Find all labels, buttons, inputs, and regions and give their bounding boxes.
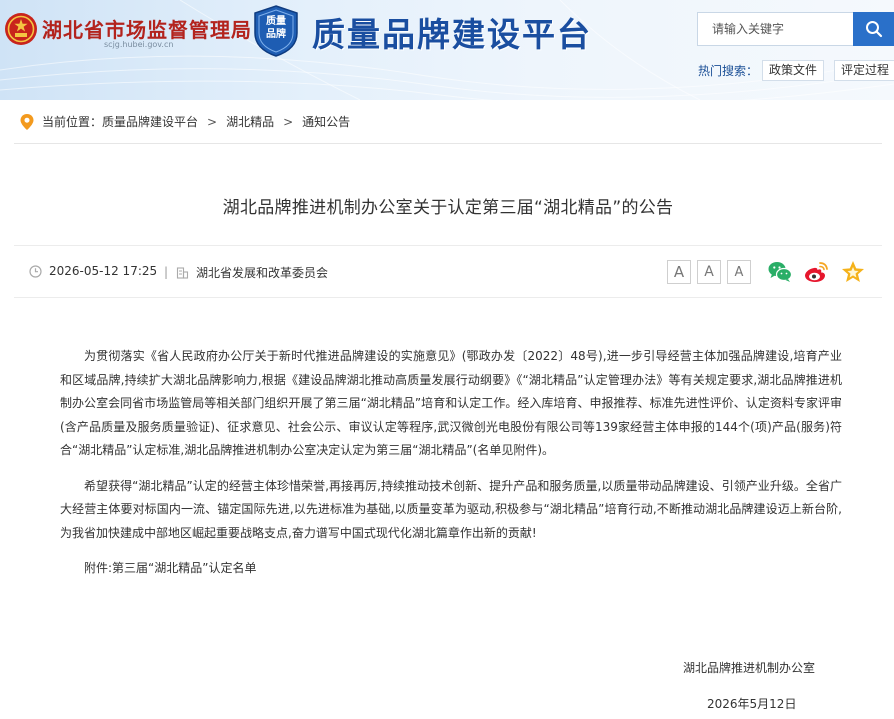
signature-date: 2026年5月12日	[707, 697, 797, 711]
breadcrumb: 当前位置： 质量品牌建设平台 > 湖北精品 > 通知公告	[14, 100, 882, 144]
search-box	[697, 12, 853, 46]
clock-icon	[29, 264, 42, 278]
site-header: 湖北省市场监督管理局 scjg.hubei.gov.cn 质量 品牌 质量品牌建…	[0, 0, 894, 100]
breadcrumb-item-hubei-premium[interactable]: 湖北精品	[226, 113, 274, 130]
agency-name[interactable]: 湖北省市场监督管理局	[42, 14, 252, 43]
agency-url: scjg.hubei.gov.cn	[104, 40, 174, 49]
meta-divider: |	[164, 265, 169, 279]
weibo-icon[interactable]	[803, 259, 829, 285]
breadcrumb-item-platform[interactable]: 质量品牌建设平台	[102, 113, 198, 130]
publish-time: 2026-05-12 17:25	[29, 264, 157, 278]
article-meta-bar: 2026-05-12 17:25 | 湖北省发展和改革委员会 A A A	[14, 245, 882, 298]
wechat-icon[interactable]	[767, 259, 793, 285]
source-building-icon	[176, 267, 189, 279]
badge-text: 质量 品牌	[266, 16, 286, 40]
breadcrumb-label: 当前位置：	[42, 115, 103, 129]
hot-tag-policy[interactable]: 政策文件	[762, 60, 825, 81]
font-size-small-button[interactable]: A	[727, 260, 751, 284]
breadcrumb-separator: >	[207, 114, 218, 129]
attachment-link[interactable]: 附件:第三届“湖北精品”认定名单	[60, 557, 842, 581]
favorite-star-icon[interactable]	[840, 259, 866, 285]
breadcrumb-separator: >	[283, 114, 294, 129]
signature-organization: 湖北品牌推进机制办公室	[683, 661, 816, 675]
article-body: 为贯彻落实《省人民政府办公厅关于新时代推进品牌建设的实施意见》(鄂政办发〔202…	[60, 345, 842, 581]
search-icon	[865, 21, 882, 38]
article-paragraph: 希望获得“湖北精品”认定的经营主体珍惜荣誉,再接再厉,持续推动技术创新、提升产品…	[60, 478, 842, 540]
location-pin-icon	[20, 113, 34, 130]
font-size-medium-button[interactable]: A	[697, 260, 721, 284]
hot-search-label: 热门搜索：	[698, 64, 759, 78]
search-button[interactable]	[853, 12, 894, 46]
national-emblem-icon	[5, 13, 37, 45]
platform-title: 质量品牌建设平台	[312, 15, 592, 54]
article-title: 湖北品牌推进机制办公室关于认定第三届“湖北精品”的公告	[222, 198, 674, 218]
font-size-large-button[interactable]: A	[667, 260, 691, 284]
search-input[interactable]	[698, 13, 853, 45]
article-source: 湖北省发展和改革委员会	[176, 264, 328, 281]
breadcrumb-item-notices[interactable]: 通知公告	[302, 113, 350, 130]
article-paragraph: 为贯彻落实《省人民政府办公厅关于新时代推进品牌建设的实施意见》(鄂政办发〔202…	[60, 349, 842, 457]
hot-tag-evaluation[interactable]: 评定过程	[834, 60, 894, 81]
